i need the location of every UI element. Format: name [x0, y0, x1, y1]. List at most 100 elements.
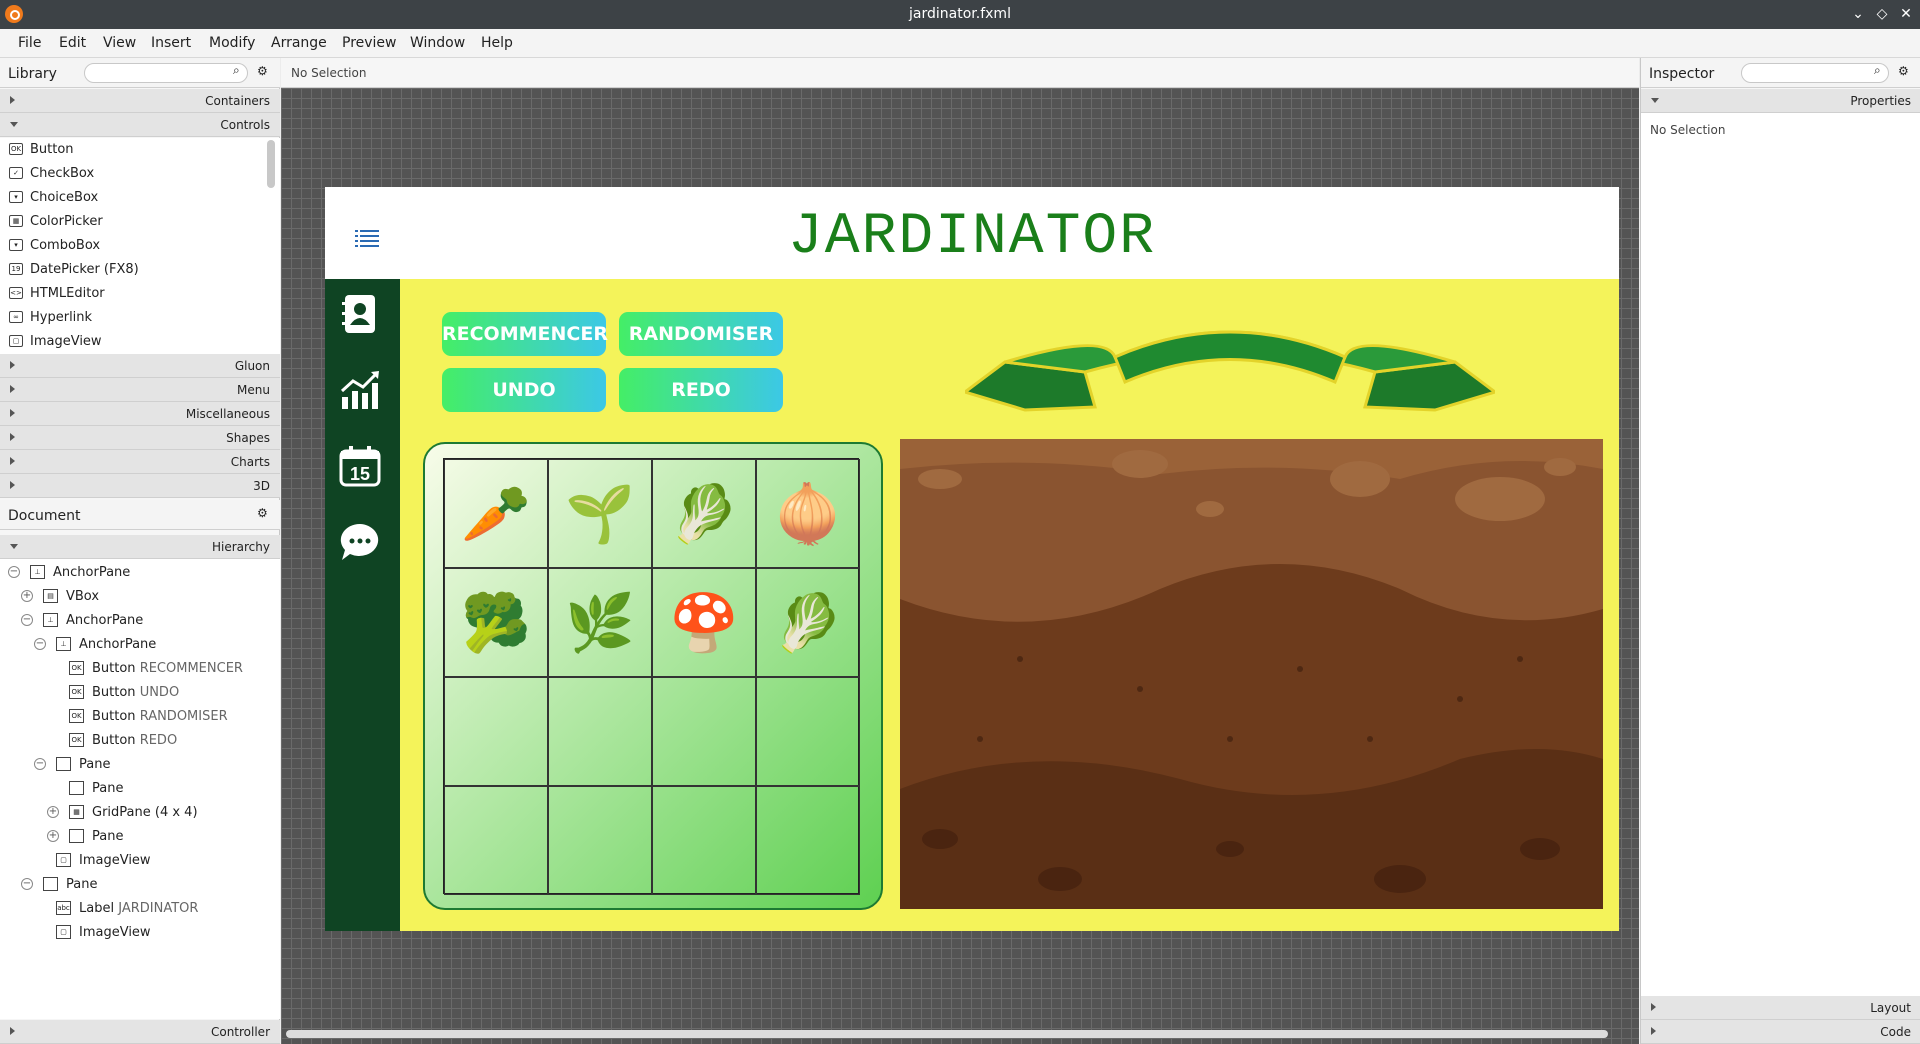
library-item-hyperlink[interactable]: ∞ Hyperlink — [0, 306, 265, 329]
menu-insert[interactable]: Insert — [151, 35, 191, 51]
gear-icon[interactable]: ⚙ — [1898, 64, 1909, 78]
menu-view[interactable]: View — [103, 35, 136, 51]
app-header: JARDINATOR — [325, 187, 1619, 279]
contacts-icon[interactable] — [339, 293, 381, 335]
gear-icon[interactable]: ⚙ — [257, 64, 268, 78]
library-header: Library ⌕ ⚙ — [0, 58, 280, 88]
properties-content: No Selection — [1641, 113, 1920, 998]
gear-icon[interactable]: ⚙ — [257, 506, 268, 520]
library-title: Library — [8, 66, 57, 82]
section-label: Code — [1880, 1025, 1911, 1039]
tree-node[interactable]: ▢ ImageView — [0, 849, 280, 873]
inspector-search-input[interactable] — [1741, 63, 1889, 83]
grid-cell[interactable] — [756, 786, 860, 895]
recommencer-button[interactable]: RECOMMENCER — [442, 312, 608, 356]
grid-cell[interactable] — [652, 677, 756, 786]
tree-node[interactable]: ▢ ImageView — [0, 921, 280, 945]
layout-section[interactable]: Layout — [1641, 996, 1920, 1020]
library-item-colorpicker[interactable]: ▦ ColorPicker — [0, 210, 265, 233]
grid-cell[interactable] — [548, 677, 652, 786]
code-section[interactable]: Code — [1641, 1020, 1920, 1044]
tree-node[interactable]: − Pane — [0, 753, 280, 777]
garden-grid: 🥕 🌱 🥬 🧅 🥦 🌿 🍄 🥬 — [443, 458, 860, 895]
item-label: DatePicker (FX8) — [30, 262, 139, 277]
grid-cell[interactable]: 🌿 — [548, 568, 652, 677]
grid-cell[interactable] — [444, 677, 548, 786]
hierarchy-tree: − ⊥ AnchorPane + ▤ VBox − ⊥ AnchorPane − ⊥ Ancho… — [0, 559, 280, 1019]
grid-cell[interactable]: 🥬 — [652, 459, 756, 568]
menu-preview[interactable]: Preview — [342, 35, 397, 51]
library-item-datepicker[interactable]: 19 DatePicker (FX8) — [0, 258, 265, 281]
library-item-htmleditor[interactable]: <> HTMLEditor — [0, 282, 265, 305]
menu-help[interactable]: Help — [481, 35, 513, 51]
library-section-charts[interactable]: Charts — [0, 450, 280, 474]
library-section-miscellaneous[interactable]: Miscellaneous — [0, 402, 280, 426]
menu-file[interactable]: File — [18, 35, 41, 51]
tree-node[interactable]: OK Button RANDOMISER — [0, 705, 280, 729]
item-label: ColorPicker — [30, 214, 103, 229]
button-icon: OK — [9, 143, 23, 155]
tree-node[interactable]: + Pane — [0, 825, 280, 849]
calendar-icon[interactable]: 15 — [339, 445, 381, 487]
maximize-icon[interactable]: ◇ — [1872, 4, 1892, 24]
close-icon[interactable]: ✕ — [1896, 4, 1916, 24]
menu-window[interactable]: Window — [410, 35, 465, 51]
grid-cell[interactable] — [548, 786, 652, 895]
tree-node[interactable]: − ⊥ AnchorPane — [0, 633, 280, 657]
chart-growth-icon[interactable] — [339, 369, 381, 411]
tree-node[interactable]: OK Button REDO — [0, 729, 280, 753]
grid-cell[interactable] — [756, 677, 860, 786]
library-section-shapes[interactable]: Shapes — [0, 426, 280, 450]
title-bar: jardinator.fxml ⌄ ◇ ✕ — [0, 0, 1920, 29]
colorpicker-icon: ▦ — [9, 215, 23, 227]
menu-arrange[interactable]: Arrange — [271, 35, 327, 51]
tree-node[interactable]: OK Button RECOMMENCER — [0, 657, 280, 681]
horizontal-scrollbar[interactable] — [286, 1030, 1608, 1038]
selection-bar: No Selection — [281, 58, 1639, 88]
library-section-menu[interactable]: Menu — [0, 378, 280, 402]
chat-bubble-icon[interactable] — [339, 521, 381, 563]
library-section-3d[interactable]: 3D — [0, 474, 280, 498]
grid-cell[interactable]: 🥕 — [444, 459, 548, 568]
grid-cell[interactable] — [652, 786, 756, 895]
library-item-button[interactable]: OK Button — [0, 138, 265, 161]
tree-node[interactable]: − ⊥ AnchorPane — [0, 561, 280, 585]
grid-cell[interactable]: 🌱 — [548, 459, 652, 568]
controls-list: OK Button ✓ CheckBox ▾ ChoiceBox ▦ ColorPick… — [0, 138, 280, 354]
grid-cell[interactable]: 🧅 — [756, 459, 860, 568]
item-label: ImageView — [30, 334, 102, 349]
scrollbar[interactable] — [267, 140, 275, 188]
tree-node[interactable]: + ▦ GridPane (4 x 4) — [0, 801, 280, 825]
library-item-checkbox[interactable]: ✓ CheckBox — [0, 162, 265, 185]
grid-cell[interactable]: 🥦 — [444, 568, 548, 677]
tree-node[interactable]: OK Button UNDO — [0, 681, 280, 705]
library-item-imageview[interactable]: ▢ ImageView — [0, 330, 265, 353]
undo-button[interactable]: UNDO — [442, 368, 606, 412]
item-label: HTMLEditor — [30, 286, 105, 301]
menu-edit[interactable]: Edit — [59, 35, 86, 51]
vegetable-icon: 🌿 — [565, 591, 635, 656]
tree-node[interactable]: Pane — [0, 777, 280, 801]
grid-cell[interactable]: 🍄 — [652, 568, 756, 677]
hierarchy-section[interactable]: Hierarchy — [0, 535, 280, 559]
library-item-combobox[interactable]: ▾ ComboBox — [0, 234, 265, 257]
randomiser-button[interactable]: RANDOMISER — [619, 312, 783, 356]
tree-node[interactable]: abc Label JARDINATOR — [0, 897, 280, 921]
grid-cell[interactable] — [444, 786, 548, 895]
library-section-containers[interactable]: Containers — [0, 89, 280, 113]
library-item-choicebox[interactable]: ▾ ChoiceBox — [0, 186, 265, 209]
tree-node[interactable]: + ▤ VBox — [0, 585, 280, 609]
menu-modify[interactable]: Modify — [209, 35, 255, 51]
vegetable-icon: 🥦 — [461, 591, 531, 656]
tree-node[interactable]: − Pane — [0, 873, 280, 897]
redo-button[interactable]: REDO — [619, 368, 783, 412]
controller-section[interactable]: Controller — [0, 1020, 280, 1044]
grid-cell[interactable]: 🥬 — [756, 568, 860, 677]
library-section-controls[interactable]: Controls — [0, 113, 280, 137]
library-search-input[interactable] — [84, 63, 248, 83]
minimize-icon[interactable]: ⌄ — [1848, 4, 1868, 24]
no-selection-label: No Selection — [1650, 123, 1726, 137]
tree-node[interactable]: − ⊥ AnchorPane — [0, 609, 280, 633]
properties-section[interactable]: Properties — [1641, 89, 1920, 113]
library-section-gluon[interactable]: Gluon — [0, 354, 280, 378]
